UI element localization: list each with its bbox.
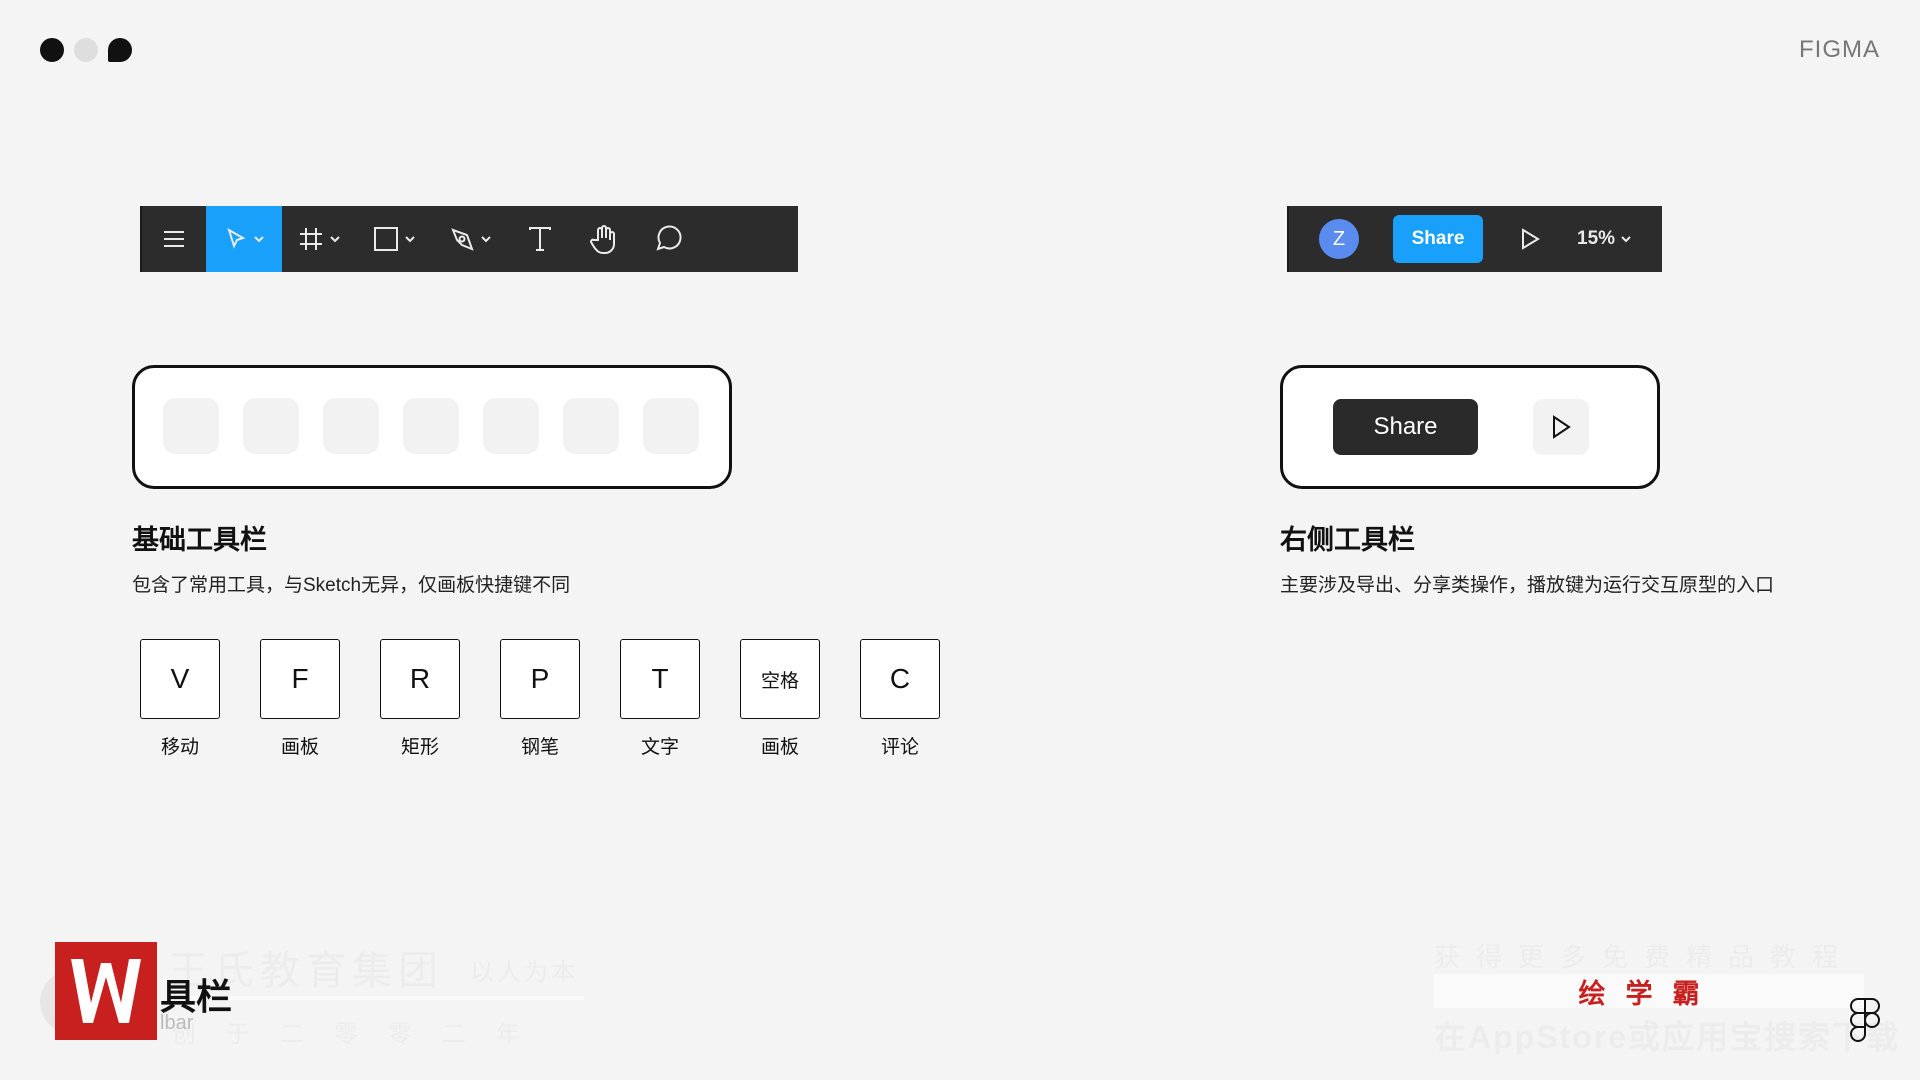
text-icon <box>529 227 551 251</box>
menu-icon <box>164 231 184 247</box>
shortcut-key-f: F <box>260 639 340 719</box>
chevron-down-icon <box>254 236 264 243</box>
right-toolbar: Z Share 15% <box>1287 206 1662 272</box>
watermark-logo-icon <box>55 942 157 1040</box>
watermark-brand: 绘学霸 <box>1578 978 1720 1009</box>
zoom-value: 15% <box>1577 228 1616 249</box>
shortcut-label: 矩形 <box>400 737 439 758</box>
shortcut-key-space: 空格 <box>740 639 820 719</box>
tool-placeholder <box>643 398 699 454</box>
menu-button[interactable] <box>142 206 206 272</box>
shortcut-label: 移动 <box>160 737 199 758</box>
pen-tool-button[interactable] <box>432 206 508 272</box>
hand-tool-button[interactable] <box>572 206 636 272</box>
rectangle-tool-button[interactable] <box>356 206 432 272</box>
comment-tool-button[interactable] <box>636 206 700 272</box>
shortcut-label: 钢笔 <box>520 737 559 758</box>
watermark-promo-top: 获得更多免费精品教程 <box>1434 942 1855 972</box>
play-icon <box>1553 415 1571 439</box>
comment-icon <box>656 225 682 251</box>
hand-icon <box>590 225 615 254</box>
zoom-dropdown[interactable]: 15% <box>1577 228 1631 250</box>
share-button[interactable]: Share <box>1393 215 1483 263</box>
right-toolbar-illustration: Share <box>1280 365 1660 489</box>
watermark-promo-bottom: 在AppStore或应用宝搜索下载 <box>1434 1019 1901 1055</box>
play-button-illustration <box>1533 399 1589 455</box>
basic-toolbar-title: 基础工具栏 <box>132 525 267 555</box>
shortcut-label: 评论 <box>880 737 919 758</box>
frame-tool-button[interactable] <box>282 206 356 272</box>
chevron-down-icon <box>405 236 415 243</box>
right-toolbar-desc: 主要涉及导出、分享类操作，播放键为运行交互原型的入口 <box>1280 575 1775 596</box>
text-tool-button[interactable] <box>508 206 572 272</box>
tool-placeholder <box>243 398 299 454</box>
basic-toolbar-desc: 包含了常用工具，与Sketch无异，仅画板快捷键不同 <box>132 575 571 596</box>
tool-placeholder <box>483 398 539 454</box>
avatar[interactable]: Z <box>1319 219 1359 259</box>
pen-icon <box>451 228 474 251</box>
play-icon <box>1522 228 1540 250</box>
chevron-down-icon <box>330 236 340 243</box>
present-button[interactable] <box>1515 224 1545 254</box>
chevron-down-icon <box>481 236 491 243</box>
main-toolbar <box>140 206 798 272</box>
shortcut-key-r: R <box>380 639 460 719</box>
tool-placeholder <box>323 398 379 454</box>
shortcut-label: 画板 <box>760 737 799 758</box>
chevron-down-icon <box>1621 236 1631 243</box>
shortcut-key-p: P <box>500 639 580 719</box>
share-button-illustration: Share <box>1333 399 1478 455</box>
window-dot-close <box>40 38 64 62</box>
shortcut-key-v: V <box>140 639 220 719</box>
watermark-motto: 以人为本 <box>470 959 578 986</box>
shortcut-label: 文字 <box>640 737 679 758</box>
shortcut-label: 画板 <box>280 737 319 758</box>
frame-icon <box>300 228 322 250</box>
shortcut-key-t: T <box>620 639 700 719</box>
window-dot-minimize <box>74 38 98 62</box>
watermark-subtitle: lbar <box>160 1012 194 1034</box>
tool-placeholder <box>163 398 219 454</box>
window-dot-zoom <box>108 38 132 62</box>
brand-label: FIGMA <box>1799 36 1880 63</box>
figma-logo-icon <box>1850 998 1880 1042</box>
right-toolbar-title: 右侧工具栏 <box>1280 525 1415 555</box>
move-icon <box>227 227 246 249</box>
tool-placeholder <box>563 398 619 454</box>
tool-placeholder <box>403 398 459 454</box>
rectangle-icon <box>374 227 398 251</box>
basic-toolbar-illustration <box>132 365 732 489</box>
watermark-brand-bar: 绘学霸 <box>1434 974 1864 1009</box>
shortcut-key-c: C <box>860 639 940 719</box>
move-tool-button[interactable] <box>206 206 282 272</box>
